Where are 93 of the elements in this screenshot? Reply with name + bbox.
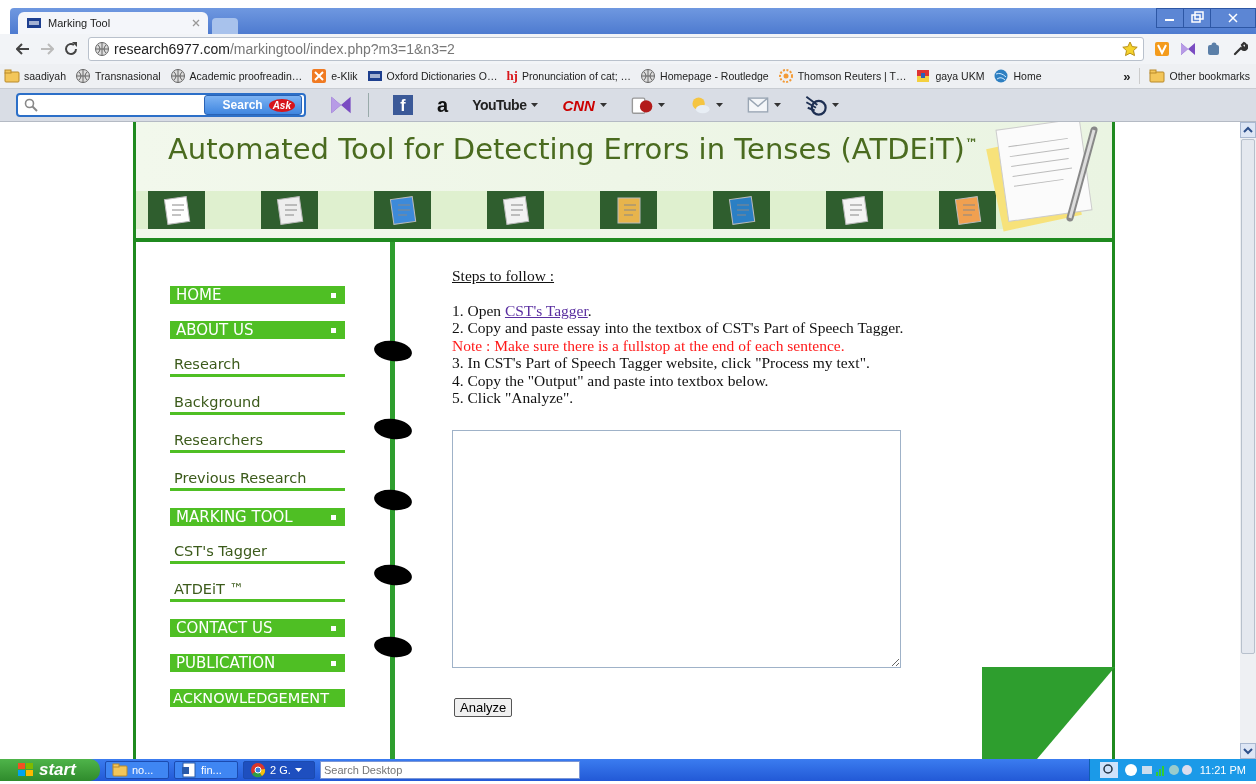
step-text: 3. In CST's Part of Speech Tagger website, click "Process my text". bbox=[452, 354, 871, 372]
bookmark[interactable]: Homepage - Routledge bbox=[640, 68, 769, 84]
cnn-logo[interactable]: CNN bbox=[562, 96, 595, 114]
steps-heading: Steps to follow : bbox=[452, 267, 556, 285]
header-icon[interactable] bbox=[713, 191, 770, 229]
caret-icon[interactable] bbox=[294, 768, 302, 772]
site-icon bbox=[915, 68, 932, 84]
amazon-logo[interactable]: a bbox=[437, 93, 449, 117]
close-icon[interactable] bbox=[1210, 8, 1256, 28]
bookmark[interactable]: saadiyah bbox=[4, 68, 67, 84]
caret-icon[interactable] bbox=[657, 103, 665, 107]
nav-link[interactable]: Previous Research bbox=[170, 470, 345, 491]
document-icon bbox=[181, 762, 197, 778]
desktop-search-field[interactable]: Search Desktop bbox=[320, 761, 580, 779]
nav-link[interactable]: CST's Tagger bbox=[170, 543, 345, 564]
address-bar[interactable]: research6977.com/markingtool/index.php?m3=1&n3=2 bbox=[88, 37, 1144, 61]
binder-ring bbox=[373, 340, 413, 362]
nav-link[interactable]: Researchers bbox=[170, 432, 345, 453]
header-icon[interactable] bbox=[600, 191, 657, 229]
step-text: 4. Copy the "Output" and paste into textbox below. bbox=[452, 371, 770, 389]
bookmark[interactable]: hj Pronunciation of cat; … bbox=[506, 68, 632, 84]
browser-icon bbox=[250, 762, 266, 778]
youtube-logo[interactable]: YouTube bbox=[472, 97, 527, 113]
binder-ring bbox=[373, 636, 413, 658]
scroll-down-icon[interactable] bbox=[1240, 743, 1256, 759]
bookmark[interactable]: Academic proofreadin… bbox=[169, 68, 303, 84]
nav-link[interactable]: Research bbox=[170, 356, 345, 377]
folder-icon bbox=[4, 68, 20, 84]
bowtie-icon[interactable] bbox=[330, 94, 352, 116]
facebook-logo[interactable]: f bbox=[393, 95, 413, 115]
search-field[interactable]: Search Ask bbox=[16, 93, 306, 117]
note-text: Note : Make sure there is a fullstop at the end of each sentence. bbox=[452, 336, 846, 354]
minimize-icon[interactable] bbox=[1156, 8, 1184, 28]
bookmark[interactable]: Other bookmarks bbox=[1149, 68, 1250, 84]
caret-icon[interactable] bbox=[773, 103, 781, 107]
reload-icon[interactable] bbox=[64, 42, 78, 56]
site-icon bbox=[777, 68, 794, 84]
windows-logo-icon bbox=[18, 763, 34, 777]
binder-ring bbox=[373, 489, 413, 511]
header-icon[interactable] bbox=[826, 191, 883, 229]
caret-icon[interactable] bbox=[831, 103, 839, 107]
bookmark[interactable]: Oxford Dictionaries O… bbox=[366, 68, 498, 84]
analyze-button[interactable]: Analyze bbox=[454, 697, 513, 717]
page-icon bbox=[26, 15, 42, 31]
globe-icon bbox=[640, 68, 657, 84]
taskbar-button[interactable]: fin... bbox=[174, 761, 238, 779]
folder-icon bbox=[112, 762, 128, 778]
globe-icon bbox=[75, 68, 92, 84]
step-text: 5. Click "Analyze". bbox=[452, 389, 575, 407]
step-text: 2. Copy and paste essay into the textbox of CST's Part of Speech Tagger. bbox=[452, 319, 904, 337]
taskbar-button[interactable]: no... bbox=[105, 761, 169, 779]
globe-icon bbox=[169, 68, 186, 84]
caret-icon[interactable] bbox=[715, 103, 723, 107]
bookmark[interactable]: Transnasional bbox=[75, 68, 161, 84]
nav-link[interactable]: Background bbox=[170, 394, 345, 415]
bookmark[interactable]: Home bbox=[993, 68, 1042, 84]
header-icon[interactable] bbox=[261, 191, 318, 229]
site-title: Automated Tool for Detecting Errors in Tenses (ATDEiT)$^{™}$ bbox=[168, 132, 979, 166]
browser-tab[interactable]: Marking Tool bbox=[18, 12, 208, 34]
scroll-up-icon[interactable] bbox=[1240, 122, 1256, 138]
site-icon bbox=[993, 68, 1010, 84]
binder-ring bbox=[373, 418, 413, 440]
site-icon bbox=[311, 68, 328, 84]
folder-icon bbox=[1149, 68, 1166, 84]
caret-icon[interactable] bbox=[599, 103, 607, 107]
globe-icon bbox=[94, 41, 110, 57]
bookmark[interactable]: Thomson Reuters | T… bbox=[777, 68, 907, 84]
site-icon bbox=[366, 68, 383, 84]
more-bookmarks-button[interactable]: » bbox=[1123, 68, 1131, 84]
bookmark[interactable]: e-Klik bbox=[311, 68, 358, 84]
back-icon[interactable] bbox=[16, 43, 30, 55]
header-icon[interactable] bbox=[487, 191, 544, 229]
nav-link[interactable]: ATDEiT ™ bbox=[170, 581, 345, 602]
search-button[interactable]: Search Ask bbox=[203, 95, 302, 115]
caret-icon[interactable] bbox=[531, 103, 539, 107]
wrench-icon[interactable] bbox=[1232, 41, 1248, 57]
step-text: 1. Open CST's Tagger. bbox=[452, 301, 593, 319]
magnifier-icon[interactable] bbox=[1099, 762, 1118, 778]
scrollbar[interactable] bbox=[1240, 122, 1256, 759]
search-icon bbox=[24, 98, 38, 112]
header-icon[interactable] bbox=[374, 191, 431, 229]
close-icon[interactable] bbox=[192, 19, 200, 27]
binder-ring bbox=[373, 564, 413, 586]
restore-icon[interactable] bbox=[1183, 8, 1211, 28]
tray-icons-drawing bbox=[1123, 762, 1194, 778]
tagger-link[interactable]: CST's Tagger bbox=[504, 301, 588, 319]
taskbar-button[interactable]: 2 G. bbox=[243, 761, 315, 779]
bookmark[interactable]: gaya UKM bbox=[915, 68, 985, 84]
header-icon[interactable] bbox=[148, 191, 205, 229]
bowtie-icon[interactable] bbox=[1180, 41, 1196, 57]
header-icon[interactable] bbox=[939, 191, 996, 229]
star-icon[interactable] bbox=[1122, 41, 1138, 57]
clock: 11:21 PM bbox=[1199, 764, 1246, 776]
